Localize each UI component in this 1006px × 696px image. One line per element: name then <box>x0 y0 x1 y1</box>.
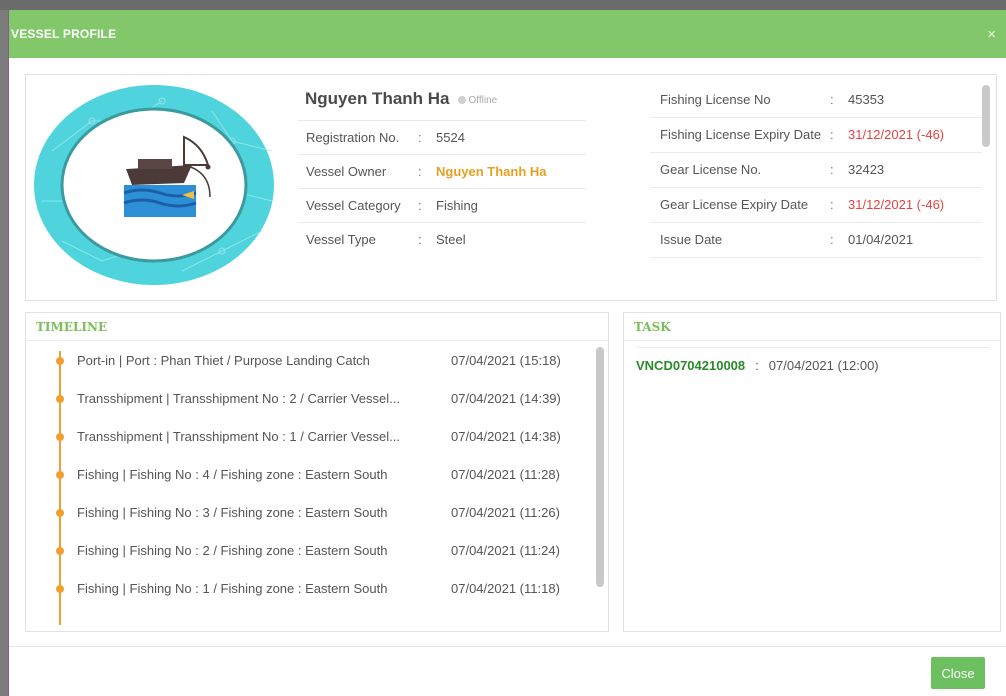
license-row: Fishing License No : 45353 <box>650 83 982 118</box>
timeline-dot-icon <box>56 357 64 365</box>
task-panel: TASK VNCD0704210008 : 07/04/2021 (12:00) <box>623 312 1001 632</box>
license-row: Gear License No. : 32423 <box>650 153 982 188</box>
info-row-category: Vessel Category : Fishing <box>298 188 586 222</box>
info-row-type: Vessel Type : Steel <box>298 222 586 256</box>
info-value: 5524 <box>436 130 465 145</box>
timeline-dot-icon <box>56 585 64 593</box>
timeline-title: TIMELINE <box>26 313 608 341</box>
close-button[interactable]: Close <box>931 657 985 689</box>
timeline-dot-icon <box>56 433 64 441</box>
close-icon[interactable]: × <box>987 26 996 43</box>
info-separator: : <box>418 130 422 145</box>
info-label: Registration No. <box>306 130 400 145</box>
license-row: Issue Date : 01/04/2021 <box>650 223 982 258</box>
task-time: 07/04/2021 (12:00) <box>768 358 879 373</box>
license-row: Fishing License Expiry Date : 31/12/2021… <box>650 118 982 153</box>
info-separator: : <box>418 164 422 179</box>
modal-title: VESSEL PROFILE <box>11 27 117 41</box>
timeline-text: Fishing | Fishing No : 1 / Fishing zone … <box>77 581 388 596</box>
license-value-expired: 31/12/2021 (-46) <box>848 127 945 142</box>
license-separator: : <box>830 92 834 107</box>
license-panel[interactable]: Fishing License No : 45353 Fishing Licen… <box>650 83 982 299</box>
timeline-time: 07/04/2021 (11:26) <box>451 505 560 520</box>
status-label: Offline <box>468 94 498 106</box>
task-separator: : <box>755 358 759 373</box>
license-row: Gear License Expiry Date : 31/12/2021 (-… <box>650 188 982 223</box>
timeline-text: Transshipment | Transshipment No : 2 / C… <box>77 391 400 406</box>
vessel-profile-modal: VESSEL PROFILE × Nguyen Thanh Ha Offline… <box>8 10 1006 696</box>
info-separator: : <box>418 198 422 213</box>
vessel-avatar <box>32 81 288 291</box>
timeline-time: 07/04/2021 (11:24) <box>451 543 560 558</box>
license-value: 32423 <box>848 162 885 177</box>
license-separator: : <box>830 162 834 177</box>
vessel-boat-icon <box>34 85 274 285</box>
info-row-registration: Registration No. : 5524 <box>298 120 586 154</box>
license-separator: : <box>830 197 834 212</box>
timeline-dot-icon <box>56 509 64 517</box>
license-value: 45353 <box>848 92 885 107</box>
vessel-owner-link[interactable]: Nguyen Thanh Ha <box>436 164 547 179</box>
timeline-time: 07/04/2021 (14:39) <box>451 391 561 406</box>
task-item: VNCD0704210008 : 07/04/2021 (12:00) <box>636 347 990 373</box>
license-label: Fishing License No <box>660 92 771 107</box>
info-label: Vessel Owner <box>306 164 387 179</box>
timeline-dot-icon <box>56 471 64 479</box>
timeline-list: Port-in | Port : Phan Thiet / Purpose La… <box>26 341 608 627</box>
timeline-time: 07/04/2021 (11:18) <box>451 581 560 596</box>
license-separator: : <box>830 127 834 142</box>
info-label: Vessel Category <box>306 198 401 213</box>
status-badge: Offline <box>457 94 498 106</box>
timeline-panel: TIMELINE Port-in | Port : Phan Thiet / P… <box>25 312 609 632</box>
info-separator: : <box>418 232 422 247</box>
timeline-dot-icon <box>56 395 64 403</box>
license-label: Gear License No. <box>660 162 762 177</box>
timeline-time: 07/04/2021 (14:38) <box>451 429 561 444</box>
vessel-name: Nguyen Thanh Ha <box>305 89 450 108</box>
timeline-text: Transshipment | Transshipment No : 1 / C… <box>77 429 400 444</box>
task-title: TASK <box>624 313 1000 341</box>
license-value: 01/04/2021 <box>848 232 914 247</box>
timeline-time: 07/04/2021 (11:28) <box>451 467 560 482</box>
timeline-line <box>59 351 61 625</box>
timeline-text: Fishing | Fishing No : 4 / Fishing zone … <box>77 467 388 482</box>
info-value: Steel <box>436 232 466 247</box>
timeline-dot-icon <box>56 547 64 555</box>
modal-header: VESSEL PROFILE × <box>9 10 1006 58</box>
vessel-info-table: Registration No. : 5524 Vessel Owner : N… <box>298 120 586 256</box>
task-id-link[interactable]: VNCD0704210008 <box>636 358 745 373</box>
timeline-text: Fishing | Fishing No : 3 / Fishing zone … <box>77 505 388 520</box>
license-separator: : <box>830 232 834 247</box>
license-label: Fishing License Expiry Date <box>660 127 822 142</box>
license-label: Gear License Expiry Date <box>660 197 809 212</box>
timeline-scrollbar[interactable] <box>596 347 604 587</box>
status-dot-icon <box>457 96 466 104</box>
timeline-text: Port-in | Port : Phan Thiet / Purpose La… <box>77 353 370 368</box>
license-scrollbar[interactable] <box>982 85 990 147</box>
timeline-time: 07/04/2021 (15:18) <box>451 353 561 368</box>
license-value-expired: 31/12/2021 (-46) <box>848 197 945 212</box>
info-row-owner: Vessel Owner : Nguyen Thanh Ha <box>298 154 586 188</box>
info-value: Fishing <box>436 198 478 213</box>
license-label: Issue Date <box>660 232 723 247</box>
page-backdrop <box>0 0 1006 10</box>
timeline-text: Fishing | Fishing No : 2 / Fishing zone … <box>77 543 388 558</box>
vessel-name-row: Nguyen Thanh Ha Offline <box>305 89 497 109</box>
vessel-profile-card: Nguyen Thanh Ha Offline Registration No.… <box>25 74 997 301</box>
info-label: Vessel Type <box>306 232 376 247</box>
modal-footer <box>9 646 1006 647</box>
